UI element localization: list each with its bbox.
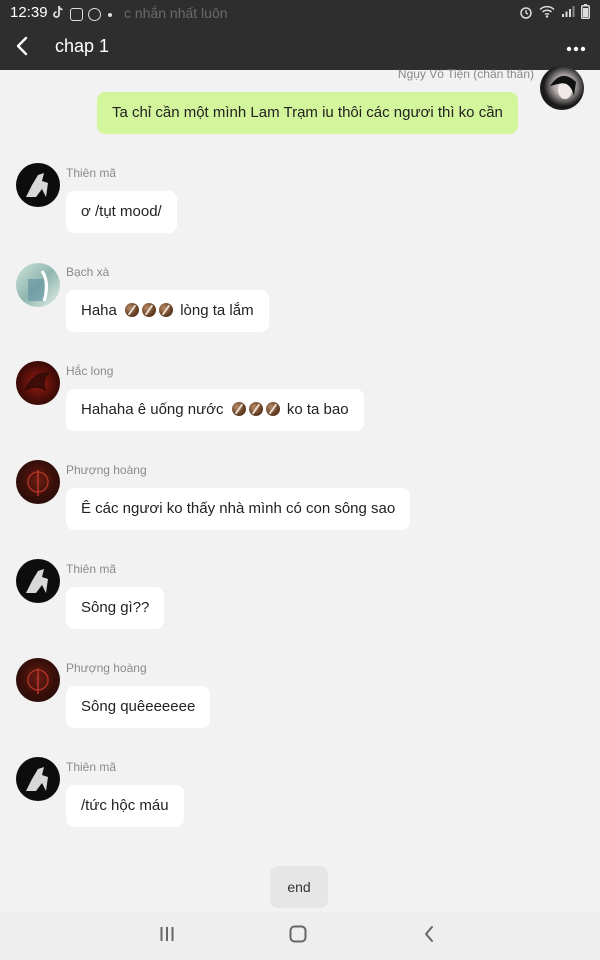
coconut-emoji bbox=[265, 402, 280, 416]
sender-name: Thiên mã bbox=[66, 760, 117, 774]
status-bar: 12:39 c nhắn nhất luôn bbox=[0, 0, 600, 26]
recent-apps-button[interactable] bbox=[152, 922, 182, 950]
avatar[interactable] bbox=[16, 163, 60, 207]
message-bubble[interactable]: /tức hộc máu bbox=[66, 785, 184, 827]
recent-apps-icon bbox=[159, 926, 175, 947]
sender-name: Phượng hoàng bbox=[66, 661, 147, 675]
message-bubble[interactable]: Sông quêeeeeee bbox=[66, 686, 211, 728]
avatar[interactable] bbox=[16, 757, 60, 801]
wifi-icon bbox=[539, 5, 555, 23]
message-bubble[interactable]: ơ /tụt mood/ bbox=[66, 191, 177, 233]
signal-icon bbox=[561, 5, 575, 23]
avatar[interactable] bbox=[16, 263, 60, 307]
sender-name: Phượng hoàng bbox=[66, 463, 147, 477]
message-bubble[interactable]: Sông gì?? bbox=[66, 587, 165, 629]
sender-name: Hắc long bbox=[66, 364, 114, 378]
message-bubble[interactable]: Ê các ngươi ko thấy nhà mình có con sông… bbox=[66, 488, 411, 530]
back-icon bbox=[423, 925, 435, 948]
coconut-emoji bbox=[248, 402, 263, 416]
avatar[interactable] bbox=[540, 66, 584, 110]
tiktok-icon bbox=[52, 5, 65, 24]
message-bubble[interactable]: Hahaha ê uống nước ko ta bao bbox=[66, 389, 364, 431]
message-bubble[interactable]: Ta chỉ cần một mình Lam Trạm iu thôi các… bbox=[97, 92, 518, 134]
alarm-icon bbox=[519, 5, 533, 24]
dot-icon bbox=[108, 12, 112, 17]
chat-header: chap 1 bbox=[0, 26, 600, 70]
sender-name: Ngụy Vô Tiện (chân thân) bbox=[397, 67, 534, 81]
coconut-emoji bbox=[231, 402, 246, 416]
end-button[interactable]: end bbox=[270, 866, 328, 908]
home-icon bbox=[289, 925, 307, 948]
youtube-icon bbox=[70, 8, 83, 21]
more-options-button[interactable] bbox=[562, 34, 590, 62]
message-text-before: Haha bbox=[81, 302, 117, 319]
home-button[interactable] bbox=[283, 922, 313, 950]
avatar[interactable] bbox=[16, 559, 60, 603]
message-text-after: ko ta bao bbox=[286, 401, 349, 418]
minus-circle-icon bbox=[88, 8, 101, 21]
back-button[interactable] bbox=[6, 32, 38, 64]
status-left-icons bbox=[52, 5, 112, 24]
message-text-after: lòng ta lắm bbox=[180, 302, 254, 319]
message-bubble[interactable]: Haha lòng ta lắm bbox=[66, 290, 269, 332]
sender-name: Thiên mã bbox=[66, 562, 117, 576]
nav-back-button[interactable] bbox=[414, 922, 444, 950]
status-time: 12:39 bbox=[10, 4, 48, 21]
sender-name: Bạch xà bbox=[66, 265, 110, 279]
status-ghost-text: c nhắn nhất luôn bbox=[124, 5, 228, 21]
navigation-bar bbox=[0, 912, 600, 960]
sender-name: Thiên mã bbox=[66, 166, 117, 180]
status-right-icons bbox=[519, 4, 590, 24]
chat-title: chap 1 bbox=[55, 36, 110, 56]
coconut-emoji bbox=[142, 303, 157, 317]
coconut-emoji bbox=[125, 303, 140, 317]
battery-icon bbox=[581, 4, 590, 24]
avatar[interactable] bbox=[16, 361, 60, 405]
message-text-before: Hahaha ê uống nước bbox=[81, 401, 224, 418]
avatar[interactable] bbox=[16, 460, 60, 504]
chevron-left-icon bbox=[15, 36, 29, 61]
more-dots-icon bbox=[566, 39, 586, 57]
avatar[interactable] bbox=[16, 658, 60, 702]
coconut-emoji bbox=[159, 303, 174, 317]
